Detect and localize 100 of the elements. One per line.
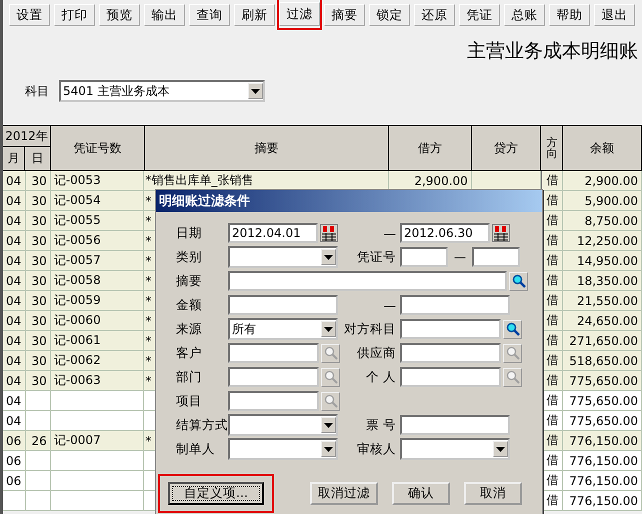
- table-cell: 2,900.00: [563, 171, 642, 190]
- table-cell: 30: [26, 351, 51, 370]
- column-header: 借方: [389, 126, 472, 170]
- field-label: —: [382, 226, 397, 240]
- table-cell: 24,650.00: [563, 311, 642, 330]
- toolbar-button[interactable]: 预览: [99, 4, 140, 26]
- table-cell: 记-0057: [50, 251, 144, 270]
- table-cell: 记-0055: [50, 211, 144, 230]
- toolbar-button[interactable]: 查询: [189, 4, 230, 26]
- column-header: 日: [30, 150, 44, 167]
- toolbar-button[interactable]: 打印: [54, 4, 95, 26]
- table-cell: 776,150.00: [563, 431, 642, 450]
- toolbar-button[interactable]: 设置: [9, 4, 50, 26]
- toolbar-button[interactable]: 输出: [144, 4, 185, 26]
- dropdown-field[interactable]: [228, 414, 338, 436]
- table-cell: 04: [3, 211, 26, 230]
- table-cell: 04: [3, 251, 26, 270]
- table-cell: 04: [3, 171, 26, 190]
- field-label: 制单人: [175, 440, 216, 458]
- dropdown-field[interactable]: [228, 438, 338, 460]
- input-field[interactable]: [472, 247, 520, 267]
- field-label: 金额: [175, 296, 203, 314]
- dropdown-field[interactable]: 所有: [228, 318, 338, 340]
- table-cell: 30: [26, 191, 51, 210]
- dialog-button[interactable]: 自定义项...: [168, 482, 264, 505]
- table-cell: 271,650.00: [563, 331, 642, 350]
- calendar-icon[interactable]: [320, 224, 338, 242]
- table-cell: 记-0063: [50, 371, 144, 390]
- toolbar-button[interactable]: 还原: [414, 4, 455, 26]
- input-field[interactable]: [400, 319, 501, 339]
- table-cell: 30: [26, 211, 51, 230]
- table-cell: 30: [26, 291, 51, 310]
- column-header: 余额: [563, 126, 642, 170]
- table-cell: 30: [26, 171, 51, 190]
- table-cell: 04: [3, 291, 26, 310]
- table-cell: 记-0007: [50, 431, 144, 450]
- calendar-icon[interactable]: [492, 224, 510, 242]
- subject-dropdown[interactable]: 5401 主营业务成本: [59, 80, 265, 102]
- column-header: 凭证号数: [51, 126, 145, 170]
- table-cell: 30: [26, 271, 51, 290]
- input-field[interactable]: [400, 295, 510, 315]
- field-label: 项目: [175, 392, 203, 410]
- table-cell: 12,250.00: [563, 231, 642, 250]
- dialog-button[interactable]: 确认: [392, 482, 450, 505]
- input-field[interactable]: [228, 367, 319, 387]
- toolbar-button[interactable]: 退出: [594, 4, 635, 26]
- table-cell: 04: [3, 371, 26, 390]
- field-label: 票 号: [365, 416, 397, 434]
- table-cell: 04: [3, 351, 26, 370]
- table-cell: 775,650.00: [563, 371, 642, 390]
- input-field[interactable]: [400, 343, 501, 363]
- input-field[interactable]: [228, 271, 507, 291]
- toolbar-button[interactable]: 帮助: [549, 4, 590, 26]
- column-header: 方向: [541, 126, 564, 170]
- toolbar-button[interactable]: 锁定: [369, 4, 410, 26]
- table-cell: 记-0060: [50, 311, 144, 330]
- toolbar-button[interactable]: 凭证: [459, 4, 500, 26]
- dropdown-field[interactable]: [228, 246, 338, 268]
- table-cell: 14,950.00: [563, 251, 642, 270]
- input-field[interactable]: [228, 343, 319, 363]
- table-cell: 04: [3, 271, 26, 290]
- table-cell: 18,350.00: [563, 271, 642, 290]
- table-cell: 记-0061: [50, 331, 144, 350]
- field-label: 供应商: [356, 344, 397, 362]
- report-title: 主营业务成本明细账: [467, 39, 638, 64]
- toolbar-button[interactable]: 刷新: [234, 4, 275, 26]
- input-field[interactable]: [228, 391, 319, 411]
- dialog-button[interactable]: 取消: [464, 482, 522, 505]
- dropdown-field[interactable]: [400, 438, 510, 460]
- date-field[interactable]: 2012.06.30: [400, 223, 490, 243]
- input-field[interactable]: [400, 247, 448, 267]
- input-field[interactable]: [228, 295, 338, 315]
- field-label: 部门: [175, 368, 203, 386]
- table-cell: 06: [3, 431, 26, 450]
- toolbar-button[interactable]: 过滤: [279, 2, 320, 26]
- input-field[interactable]: [400, 415, 510, 435]
- column-header: 月: [3, 147, 25, 170]
- search-icon[interactable]: [503, 320, 522, 338]
- subject-label: 科目: [25, 82, 49, 100]
- column-header: 2012年: [3, 126, 50, 147]
- table-cell: 30: [26, 251, 51, 270]
- field-label: 审核人: [356, 440, 397, 458]
- table-cell: 8,750.00: [563, 211, 642, 230]
- field-label: 类别: [175, 248, 203, 266]
- table-cell: 记-0058: [50, 271, 144, 290]
- toolbar-button[interactable]: 摘要: [324, 4, 365, 26]
- date-field[interactable]: 2012.04.01: [228, 223, 318, 243]
- table-cell: 30: [26, 231, 51, 250]
- column-header: 摘要: [144, 126, 390, 170]
- table-cell: 26: [26, 431, 51, 450]
- dialog-button[interactable]: 取消过滤: [310, 482, 378, 505]
- table-cell: 记-0053: [50, 171, 144, 190]
- table-cell: 30: [26, 331, 51, 350]
- input-field[interactable]: [400, 367, 501, 387]
- search-icon[interactable]: [509, 272, 528, 290]
- toolbar-button[interactable]: 总账: [504, 4, 545, 26]
- table-cell: 30: [26, 311, 51, 330]
- table-cell: 记-0056: [50, 231, 144, 250]
- table-cell: 2,900.00: [389, 171, 472, 190]
- table-cell: 记-0054: [50, 191, 144, 210]
